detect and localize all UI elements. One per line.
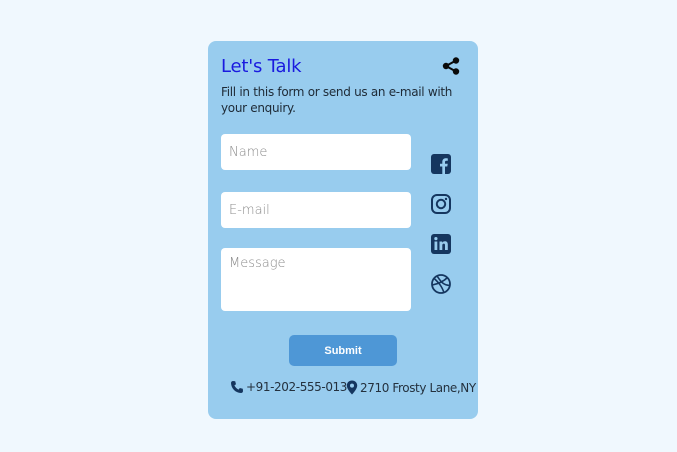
- linkedin-icon[interactable]: [430, 233, 452, 255]
- dribbble-icon[interactable]: [430, 273, 452, 295]
- card-title: Let's Talk: [221, 56, 302, 77]
- phone-number: +91-202-555-0137: [246, 380, 355, 394]
- card-subtitle: Fill in this form or send us an e-mail w…: [221, 85, 453, 115]
- address-contact[interactable]: 2710 Frosty Lane,NY: [346, 380, 476, 395]
- message-input[interactable]: [221, 248, 411, 311]
- facebook-icon[interactable]: [430, 153, 452, 175]
- address-text: 2710 Frosty Lane,NY: [360, 380, 476, 395]
- submit-button[interactable]: Submit: [289, 335, 397, 366]
- email-input[interactable]: [221, 192, 411, 228]
- location-pin-icon: [346, 380, 358, 395]
- share-icon[interactable]: [442, 57, 460, 75]
- phone-icon: [231, 381, 243, 393]
- phone-contact[interactable]: +91-202-555-0137: [230, 380, 355, 394]
- name-input[interactable]: [221, 134, 411, 170]
- contact-card: Let's Talk Fill in this form or send us …: [208, 41, 478, 419]
- instagram-icon[interactable]: [430, 193, 452, 215]
